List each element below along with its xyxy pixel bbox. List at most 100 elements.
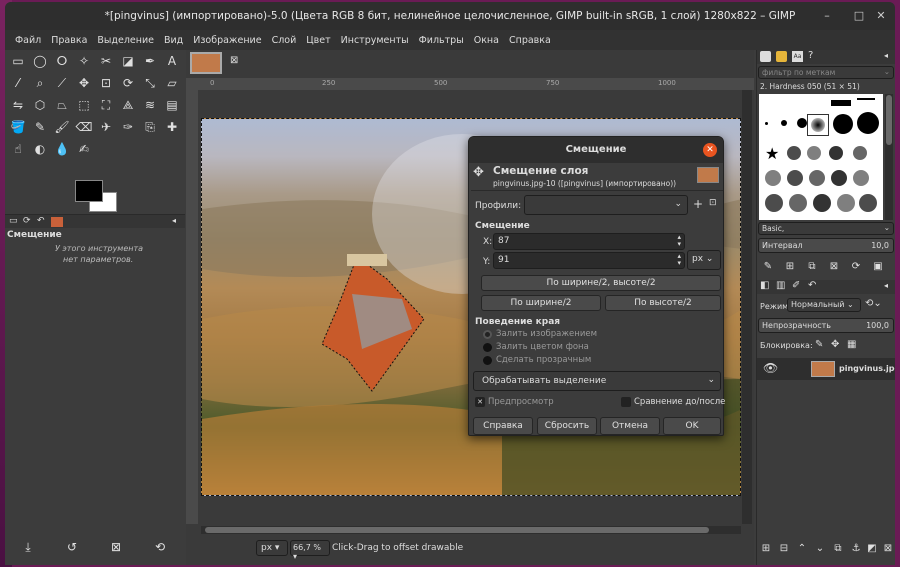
crop-icon[interactable]: ⊡ [97, 74, 115, 92]
horizontal-scrollbar[interactable] [201, 526, 741, 534]
unified-transform-icon[interactable]: ⛶ [97, 96, 115, 114]
profiles-select[interactable]: ⌄ [524, 195, 688, 215]
radio-transparent-label[interactable]: Сделать прозрачным [496, 355, 591, 365]
brush-tag-filter[interactable]: фильтр по меткам ⌄ [758, 66, 894, 79]
help-button[interactable]: Справка [473, 417, 533, 435]
airbrush-icon[interactable]: ✈ [97, 118, 115, 136]
layers-panel-menu-icon[interactable]: ◂ [884, 281, 888, 290]
flip-icon[interactable]: ⇋ [9, 96, 27, 114]
channels-tab-icon[interactable]: ▥ [776, 280, 785, 291]
text-icon[interactable]: A [163, 52, 181, 70]
pencil-icon[interactable]: ✎ [31, 118, 49, 136]
edit-brush-icon[interactable]: ✎ [759, 258, 777, 276]
lower-layer-icon[interactable]: ⌄ [811, 540, 829, 558]
brushes-tab-icon[interactable] [760, 51, 771, 62]
patterns-tab-icon[interactable] [776, 51, 787, 62]
bucket-fill-icon[interactable]: 🪣 [9, 118, 27, 136]
undo-history-tab-icon[interactable]: ↶ [808, 280, 816, 291]
y-offset-spinbox[interactable]: 91 ▴ ▾ [493, 252, 685, 269]
rect-select-icon[interactable]: ▭ [9, 52, 27, 70]
layer-name[interactable]: pingvinus.jpg [839, 364, 895, 373]
layers-tab-icon[interactable]: ◧ [760, 280, 769, 291]
maximize-button[interactable]: □ [851, 8, 867, 24]
x-offset-value[interactable]: 87 [498, 236, 509, 246]
minimize-button[interactable]: – [819, 8, 835, 24]
cage-icon[interactable]: ⬡ [31, 96, 49, 114]
save-options-icon[interactable]: ⤓ [19, 538, 37, 556]
manage-profiles-icon[interactable]: ⊡ [709, 198, 717, 208]
new-layer-group-icon[interactable]: ⊟ [775, 540, 793, 558]
move-icon[interactable]: ✥ [75, 74, 93, 92]
mode-reset-icon[interactable]: ⟲⌄ [865, 298, 882, 309]
3d-transform-icon[interactable]: ⬚ [75, 96, 93, 114]
compare-label[interactable]: Сравнение до/после [634, 397, 725, 407]
half-width-button[interactable]: По ширине/2 [481, 295, 601, 311]
blur-icon[interactable]: 💧 [53, 140, 71, 158]
scissors-select-icon[interactable]: ✂ [97, 52, 115, 70]
mode-value[interactable]: Нормальный [791, 300, 845, 309]
opacity-slider[interactable]: Непрозрачность 100,0 [758, 318, 894, 333]
brush-tag-filter-placeholder[interactable]: фильтр по меткам [762, 68, 835, 77]
menu-edit[interactable]: Правка [46, 35, 92, 46]
handle-transform-icon[interactable]: ⟁ [119, 96, 137, 114]
clone-icon[interactable]: ⎘ [141, 118, 159, 136]
reset-button[interactable]: Сбросить [537, 417, 597, 435]
delete-layer-icon[interactable]: ⊠ [879, 540, 895, 558]
preview-checkbox[interactable]: ✕ [475, 397, 485, 407]
images-tab-icon[interactable] [51, 217, 63, 227]
radio-wrap-label[interactable]: Залить изображением [496, 329, 597, 339]
horizontal-ruler[interactable]: 0 250 500 750 1000 [186, 78, 754, 90]
brush-scrollbar[interactable] [885, 94, 893, 220]
compare-checkbox[interactable] [621, 397, 631, 407]
brush-grid[interactable]: ★ [759, 94, 883, 220]
tool-options-tab-icon[interactable]: ▭ [9, 216, 18, 226]
dialog-close-button[interactable]: ✕ [703, 143, 717, 157]
rotate-icon[interactable]: ⟳ [119, 74, 137, 92]
layer-visibility-icon[interactable]: 👁 [763, 361, 778, 375]
menu-help[interactable]: Справка [504, 35, 556, 46]
brush-icon[interactable]: 🖌 [53, 118, 71, 136]
panel-menu-icon[interactable]: ◂ [172, 216, 176, 225]
menu-file[interactable]: Файл [10, 35, 46, 46]
lock-alpha-icon[interactable]: ▦ [847, 339, 856, 350]
ellipse-select-icon[interactable]: ◯ [31, 52, 49, 70]
paths-icon[interactable]: ✒ [141, 52, 159, 70]
gradient-icon[interactable]: ▤ [163, 96, 181, 114]
zoom-icon[interactable]: ⌕ [31, 74, 49, 92]
add-profile-icon[interactable]: + [693, 197, 703, 211]
brush-as-image-icon[interactable]: ▣ [869, 258, 887, 276]
duplicate-brush-icon[interactable]: ⧉ [803, 258, 821, 276]
scale-icon[interactable]: ⤡ [141, 74, 159, 92]
menu-color[interactable]: Цвет [301, 35, 335, 46]
horizontal-scrollbar-thumb[interactable] [205, 527, 709, 533]
menu-windows[interactable]: Окна [469, 35, 504, 46]
new-layer-icon[interactable]: ⊞ [757, 540, 775, 558]
measure-icon[interactable]: ⟋ [53, 74, 71, 92]
restore-options-icon[interactable]: ↺ [63, 538, 81, 556]
smudge-icon[interactable]: ☝ [9, 140, 27, 158]
radio-wrap[interactable] [483, 330, 492, 339]
dodge-burn-icon[interactable]: ◐ [31, 140, 49, 158]
heal-icon[interactable]: ✚ [163, 118, 181, 136]
preview-label[interactable]: Предпросмотр [488, 397, 554, 407]
close-button[interactable]: ✕ [873, 8, 889, 24]
x-offset-spinbox[interactable]: 87 ▴ ▾ [493, 233, 685, 250]
image-tab-close-icon[interactable]: ⊠ [230, 55, 238, 66]
menu-image[interactable]: Изображение [188, 35, 266, 46]
fuzzy-select-icon[interactable]: ✧ [75, 52, 93, 70]
vertical-scrollbar[interactable] [742, 90, 752, 524]
color-picker-icon[interactable]: ⁄ [9, 74, 27, 92]
lasso-select-icon[interactable]: ⵔ [53, 52, 71, 70]
spacing-slider[interactable]: Интервал 10,0 [758, 238, 894, 253]
undo-tab-icon[interactable]: ↶ [37, 216, 45, 226]
half-width-height-button[interactable]: По ширине/2, высоте/2 [481, 275, 721, 291]
lock-position-icon[interactable]: ✥ [831, 339, 839, 350]
spacing-value[interactable]: 10,0 [871, 241, 889, 250]
radio-transparent[interactable] [483, 356, 492, 365]
menu-layer[interactable]: Слой [267, 35, 302, 46]
help-tab-icon[interactable]: ? [808, 50, 813, 61]
radio-background[interactable] [483, 343, 492, 352]
brush-preset-value[interactable]: Basic, [762, 224, 784, 233]
ink-icon[interactable]: ✑ [119, 118, 137, 136]
fonts-tab-icon[interactable]: Aa [792, 51, 803, 62]
